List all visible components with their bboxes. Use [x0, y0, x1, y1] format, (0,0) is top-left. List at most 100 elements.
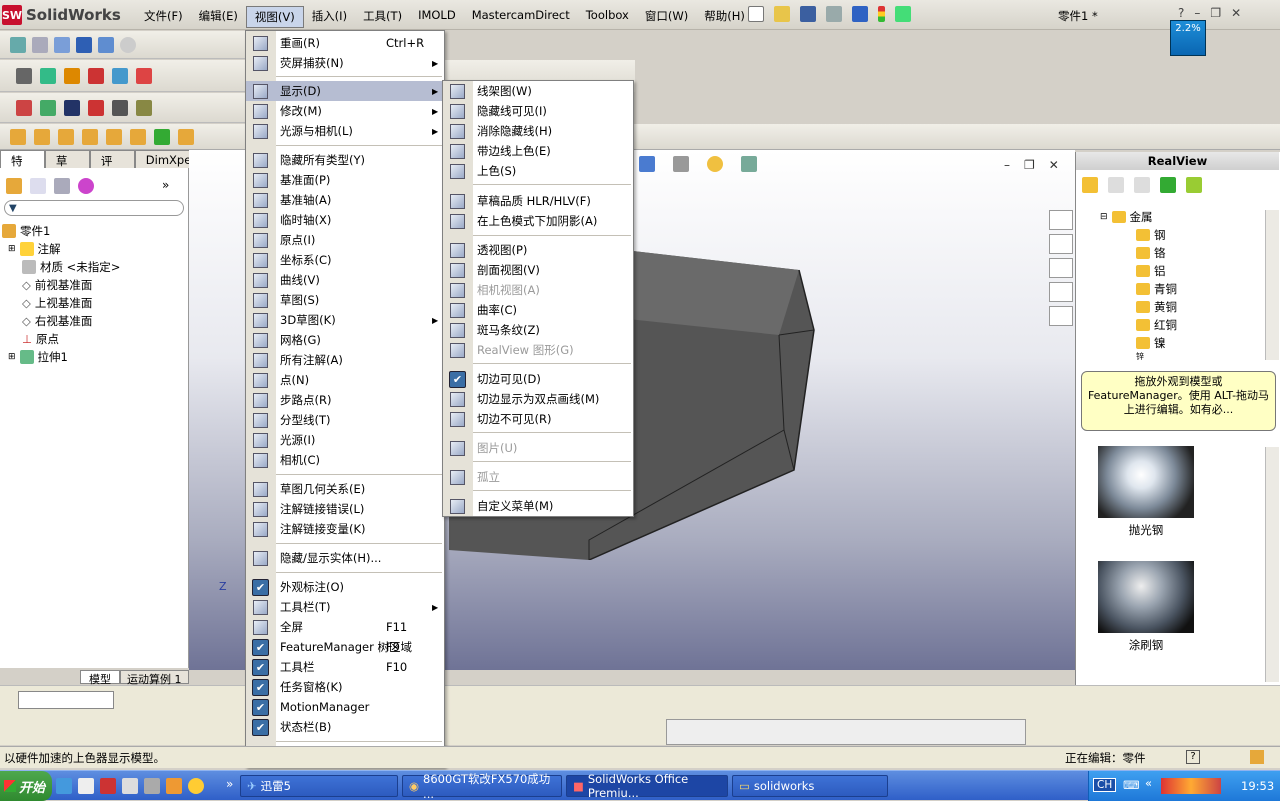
tree-item-brass[interactable]: 黄铜 — [1100, 298, 1260, 316]
menu-file[interactable]: 文件(F) — [136, 6, 191, 28]
app-quick-icon[interactable] — [166, 778, 182, 794]
realview-tab-icon[interactable] — [1049, 306, 1073, 326]
view-menu-item[interactable]: 工具栏(T) ▶ — [246, 597, 444, 617]
zoom-icon[interactable] — [54, 37, 70, 53]
menu-insert[interactable]: 插入(I) — [304, 6, 355, 28]
display-menu-item[interactable]: 曲率(C) — [443, 300, 633, 320]
scene-icon[interactable] — [741, 156, 757, 172]
tab-motion-study[interactable]: 运动算例 1 — [120, 670, 189, 686]
solidworks-quick-icon[interactable] — [100, 778, 116, 794]
swatch-polished-steel[interactable]: 抛光钢 — [1098, 446, 1194, 538]
block-icon[interactable] — [112, 100, 128, 116]
display-menu-item[interactable]: 上色(S) — [443, 161, 633, 181]
tree-item-bronze[interactable]: 青铜 — [1100, 280, 1260, 298]
fillet-icon[interactable] — [34, 129, 50, 145]
tool-quick-icon[interactable] — [144, 778, 160, 794]
tree-item-annotations[interactable]: ⊞ 注解 — [2, 240, 188, 258]
collapse-icon[interactable]: ⊟ — [1100, 212, 1108, 222]
save-all-icon[interactable] — [64, 100, 80, 116]
tree-item-material[interactable]: 材质 <未指定> — [2, 258, 188, 276]
view-menu-item[interactable]: ✔ 状态栏(B) — [246, 717, 444, 737]
folder-open-icon[interactable] — [1108, 177, 1124, 193]
restore-icon[interactable]: ❐ — [1210, 6, 1221, 20]
menu-toolbox[interactable]: Toolbox — [578, 6, 637, 28]
tree-item-front-plane[interactable]: ◇ 前视基准面 — [2, 276, 188, 294]
view-menu-item[interactable]: 基准面(P) — [246, 170, 444, 190]
ie-icon[interactable] — [56, 778, 72, 794]
print-icon[interactable] — [826, 6, 842, 22]
tree-item-extrude[interactable]: ⊞ 拉伸1 — [2, 348, 188, 366]
menu-help[interactable]: 帮助(H) — [696, 6, 753, 28]
save-icon[interactable] — [800, 6, 816, 22]
revolve-icon[interactable] — [64, 68, 80, 84]
task-browser[interactable]: ◉ 8600GT软改FX570成功 ... — [402, 772, 562, 801]
view-menu-item[interactable]: 曲线(V) — [246, 270, 444, 290]
swatch-brushed-steel[interactable]: 涂刷钢 — [1098, 561, 1194, 653]
filter-input[interactable]: ▼ — [4, 200, 184, 216]
explorer-quick-icon[interactable] — [122, 778, 138, 794]
view-menu-item[interactable]: 临时轴(X) — [246, 210, 444, 230]
task-solidworks[interactable]: ■ SolidWorks Office Premiu... — [566, 772, 728, 800]
display-menu-item[interactable]: 线架图(W) — [443, 81, 633, 101]
view-menu-item[interactable]: 草图(S) — [246, 290, 444, 310]
menu-imold[interactable]: IMOLD — [410, 6, 464, 28]
menu-edit[interactable]: 编辑(E) — [191, 6, 246, 28]
feature-icon[interactable] — [10, 129, 26, 145]
realview-tree-scrollbar[interactable] — [1265, 210, 1279, 360]
view-menu-item[interactable]: 显示(D) ▶ — [246, 81, 444, 101]
display-style-icon[interactable] — [639, 156, 655, 172]
home-icon[interactable] — [1049, 210, 1073, 230]
display-menu-item[interactable]: 切边不可见(R) — [443, 409, 633, 429]
tree-item-part[interactable]: 零件1 — [2, 222, 188, 240]
mirror-icon[interactable] — [178, 129, 194, 145]
view-menu-item[interactable]: ✔ 外观标注(O) — [246, 577, 444, 597]
language-indicator[interactable]: CH — [1093, 778, 1117, 792]
view-menu-item[interactable]: 注解链接错误(L) — [246, 499, 444, 519]
view-menu-item[interactable]: 光源(I) — [246, 430, 444, 450]
view-menu-item[interactable]: ✔ 任务窗格(K) — [246, 677, 444, 697]
expand-icon[interactable]: » — [162, 178, 169, 194]
property-manager-icon[interactable] — [30, 178, 46, 194]
viewport-minimize-icon[interactable]: – — [1004, 158, 1010, 172]
help-icon[interactable]: ? — [1178, 6, 1184, 20]
feature-tree-icon[interactable] — [6, 178, 22, 194]
rebuild-icon[interactable] — [878, 6, 885, 22]
section-view-icon[interactable] — [98, 37, 114, 53]
chamfer-icon[interactable] — [58, 129, 74, 145]
loft-icon[interactable] — [112, 68, 128, 84]
tab-evaluate[interactable]: 评估 — [89, 150, 135, 184]
view-menu-item[interactable]: 所有注解(A) — [246, 350, 444, 370]
tab-model[interactable]: 模型 — [80, 670, 120, 686]
tray-chevron-icon[interactable]: « — [1145, 776, 1152, 790]
viewport-restore-icon[interactable]: ❐ — [1024, 158, 1035, 172]
menu-view[interactable]: 视图(V) — [245, 6, 304, 28]
extrude-icon[interactable] — [40, 68, 56, 84]
help-status-icon[interactable]: ? — [1186, 750, 1200, 764]
start-button[interactable]: 开始 — [0, 771, 52, 801]
display-menu-item[interactable]: ✔ 切边可见(D) — [443, 369, 633, 389]
expand-plus-icon[interactable]: ⊞ — [8, 244, 16, 254]
file-explorer-icon[interactable] — [1049, 258, 1073, 278]
library-icon[interactable] — [1049, 234, 1073, 254]
refresh-icon[interactable] — [1160, 177, 1176, 193]
view-menu-item[interactable]: 光源与相机(L) ▶ — [246, 121, 444, 141]
display-menu-item[interactable]: 透视图(P) — [443, 240, 633, 260]
view-menu-item[interactable]: 分型线(T) — [246, 410, 444, 430]
view-menu-item[interactable]: 草图几何关系(E) — [246, 479, 444, 499]
sweep-icon[interactable] — [88, 68, 104, 84]
dimxpert-manager-icon[interactable] — [78, 178, 94, 194]
undo-icon[interactable] — [852, 6, 868, 22]
assembly-icon[interactable] — [16, 100, 32, 116]
menu-tools[interactable]: 工具(T) — [355, 6, 410, 28]
view-menu-item[interactable]: ✔ FeatureManager 树区域 F9 — [246, 637, 444, 657]
tree-item-aluminum[interactable]: 铝 — [1100, 262, 1260, 280]
cut-icon[interactable] — [136, 68, 152, 84]
menu-mastercam[interactable]: MastercamDirect — [464, 6, 578, 28]
close-icon[interactable]: ✕ — [1231, 6, 1241, 20]
mold-icon[interactable] — [88, 100, 104, 116]
new-icon[interactable] — [748, 6, 764, 22]
shell-icon[interactable] — [82, 129, 98, 145]
expand-plus-icon[interactable]: ⊞ — [8, 352, 16, 362]
view-menu-item[interactable]: 隐藏所有类型(Y) — [246, 150, 444, 170]
view-menu-item[interactable]: 点(N) — [246, 370, 444, 390]
